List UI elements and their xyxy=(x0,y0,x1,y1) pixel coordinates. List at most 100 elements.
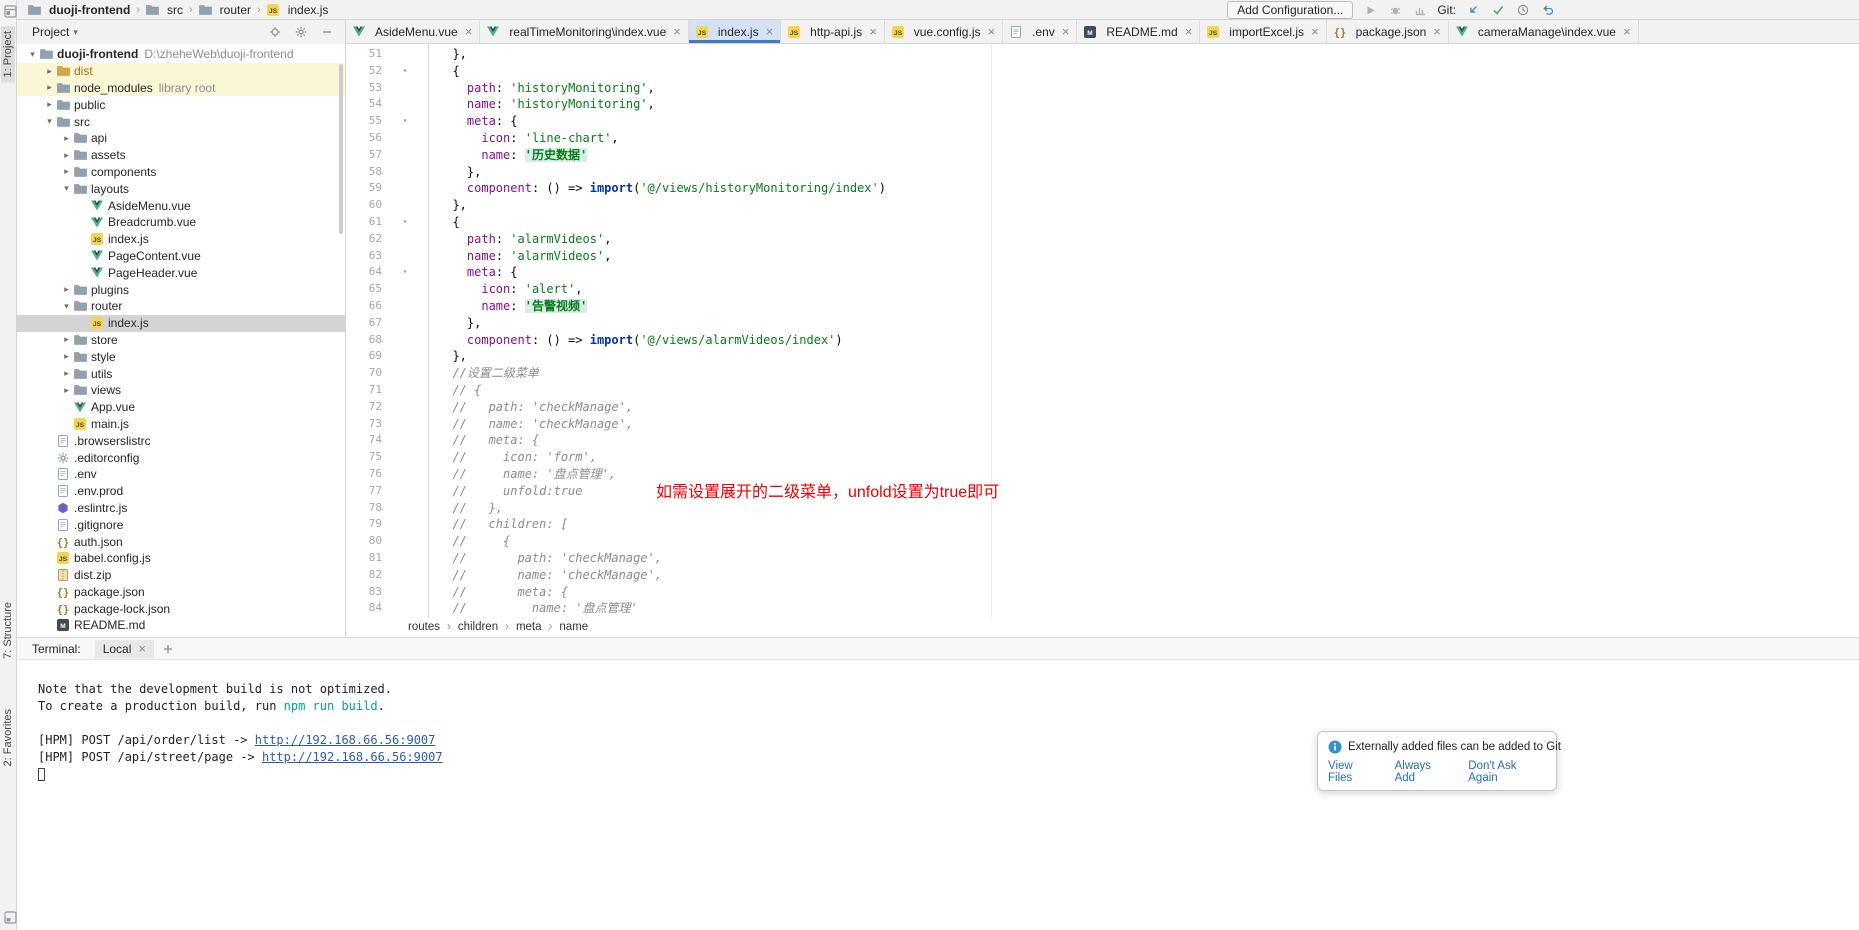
editor-tab-importExcel.js[interactable]: JSimportExcel.js× xyxy=(1200,20,1326,43)
tree-item-utils[interactable]: ▸utils xyxy=(17,365,345,382)
tree-item-index.js[interactable]: JSindex.js xyxy=(17,315,345,332)
don-t-ask-again-link[interactable]: Don't Ask Again xyxy=(1468,760,1546,784)
editor-tab-package.json[interactable]: {}package.json× xyxy=(1327,20,1449,43)
tree-item-duoji-frontend[interactable]: ▾duoji-frontendD:\zheheWeb\duoji-fronten… xyxy=(17,46,345,63)
tree-item-babel.config.js[interactable]: JSbabel.config.js xyxy=(17,550,345,567)
fold-marker[interactable]: ▾ xyxy=(382,214,428,231)
tree-item-auth.json[interactable]: {}auth.json xyxy=(17,533,345,550)
tree-item-router[interactable]: ▾router xyxy=(17,298,345,315)
tree-item-.editorconfig[interactable]: .editorconfig xyxy=(17,449,345,466)
profiler-icon[interactable] xyxy=(1412,2,1428,18)
chevron-right-icon[interactable]: ▸ xyxy=(59,150,74,161)
fold-marker[interactable]: ▾ xyxy=(382,264,428,281)
fold-marker[interactable]: ▾ xyxy=(382,113,428,130)
tree-item-package.json[interactable]: {}package.json xyxy=(17,584,345,601)
editor-breadcrumb-meta[interactable]: meta xyxy=(516,621,542,633)
chevron-right-icon[interactable]: ▸ xyxy=(59,166,74,177)
view-files-link[interactable]: View Files xyxy=(1328,760,1379,784)
tree-item-layouts[interactable]: ▾layouts xyxy=(17,180,345,197)
editor-tab-vue.config.js[interactable]: JSvue.config.js× xyxy=(885,20,1003,43)
tree-item-dist.zip[interactable]: dist.zip xyxy=(17,567,345,584)
tab-close-icon[interactable]: × xyxy=(766,25,774,38)
editor-tab-realTimeMonitoring\index.vue[interactable]: realTimeMonitoring\index.vue× xyxy=(480,20,689,43)
git-history-icon[interactable] xyxy=(1515,2,1531,18)
editor-breadcrumb-routes[interactable]: routes xyxy=(408,621,440,633)
project-tree-scrollbar[interactable] xyxy=(339,64,343,234)
close-icon[interactable]: × xyxy=(138,642,146,655)
tree-item-README.md[interactable]: MREADME.md xyxy=(17,617,345,634)
project-panel-title[interactable]: Project ▾ xyxy=(32,25,78,39)
tree-item-api[interactable]: ▸api xyxy=(17,130,345,147)
tree-item-src[interactable]: ▾src xyxy=(17,113,345,130)
stripe-structure-button[interactable]: 7: Structure xyxy=(1,597,15,664)
tree-item-style[interactable]: ▸style xyxy=(17,348,345,365)
chevron-down-icon[interactable]: ▾ xyxy=(42,116,57,127)
tab-close-icon[interactable]: × xyxy=(465,25,473,38)
chevron-down-icon[interactable]: ▾ xyxy=(59,301,74,312)
tree-item-App.vue[interactable]: App.vue xyxy=(17,399,345,416)
tab-close-icon[interactable]: × xyxy=(1185,25,1193,38)
tab-close-icon[interactable]: × xyxy=(869,25,877,38)
tree-item-components[interactable]: ▸components xyxy=(17,164,345,181)
tab-close-icon[interactable]: × xyxy=(1433,25,1441,38)
tab-close-icon[interactable]: × xyxy=(673,25,681,38)
chevron-down-icon[interactable]: ▾ xyxy=(59,183,74,194)
breadcrumb-item-router[interactable]: router xyxy=(196,3,254,17)
tree-item-.browserslistrc[interactable]: .browserslistrc xyxy=(17,432,345,449)
tree-item-Breadcrumb.vue[interactable]: Breadcrumb.vue xyxy=(17,214,345,231)
tree-item-AsideMenu.vue[interactable]: AsideMenu.vue xyxy=(17,197,345,214)
editor[interactable]: 51 },52▾ {53 path: 'historyMonitoring',5… xyxy=(346,44,1859,617)
tab-close-icon[interactable]: × xyxy=(987,25,995,38)
breadcrumb-item-duoji-frontend[interactable]: duoji-frontend xyxy=(25,3,133,17)
git-commit-icon[interactable] xyxy=(1490,2,1506,18)
tree-item-package-lock.json[interactable]: {}package-lock.json xyxy=(17,600,345,617)
stripe-project-button[interactable]: 1: Project xyxy=(1,26,15,82)
tree-item-.gitignore[interactable]: .gitignore xyxy=(17,516,345,533)
tree-item-node_modules[interactable]: ▸node_moduleslibrary root xyxy=(17,80,345,97)
tab-close-icon[interactable]: × xyxy=(1623,25,1631,38)
new-terminal-icon[interactable] xyxy=(160,641,176,657)
editor-tab-README.md[interactable]: MREADME.md× xyxy=(1077,20,1200,43)
editor-tab-cameraManage\index.vue[interactable]: cameraManage\index.vue× xyxy=(1449,20,1639,43)
tree-item-.eslintrc.js[interactable]: .eslintrc.js xyxy=(17,500,345,517)
hide-panel-icon[interactable] xyxy=(319,24,335,40)
tree-item-.env[interactable]: .env xyxy=(17,466,345,483)
breadcrumb-item-src[interactable]: src xyxy=(143,3,186,17)
tab-close-icon[interactable]: × xyxy=(1311,25,1319,38)
chevron-right-icon[interactable]: ▸ xyxy=(59,368,74,379)
terminal-link[interactable]: http://192.168.66.56:9007 xyxy=(255,733,436,747)
chevron-right-icon[interactable]: ▸ xyxy=(42,82,57,93)
editor-tab-.env[interactable]: .env× xyxy=(1003,20,1077,43)
tree-item-store[interactable]: ▸store xyxy=(17,332,345,349)
chevron-right-icon[interactable]: ▸ xyxy=(42,99,57,110)
run-icon[interactable] xyxy=(1362,2,1378,18)
tree-item-public[interactable]: ▸public xyxy=(17,96,345,113)
git-rollback-icon[interactable] xyxy=(1540,2,1556,18)
project-stripe-icon[interactable] xyxy=(2,3,18,19)
editor-breadcrumb-name[interactable]: name xyxy=(559,621,588,633)
git-update-icon[interactable] xyxy=(1465,2,1481,18)
chevron-right-icon[interactable]: ▸ xyxy=(42,66,57,77)
chevron-right-icon[interactable]: ▸ xyxy=(59,351,74,362)
tree-item-views[interactable]: ▸views xyxy=(17,382,345,399)
debug-icon[interactable] xyxy=(1387,2,1403,18)
chevron-right-icon[interactable]: ▸ xyxy=(59,284,74,295)
panel-settings-icon[interactable] xyxy=(293,24,309,40)
breadcrumb-item-index.js[interactable]: JSindex.js xyxy=(264,3,332,17)
tree-item-.env.prod[interactable]: .env.prod xyxy=(17,483,345,500)
tree-item-plugins[interactable]: ▸plugins xyxy=(17,281,345,298)
editor-breadcrumb-children[interactable]: children xyxy=(458,621,498,633)
editor-tab-index.js[interactable]: JSindex.js× xyxy=(689,20,781,43)
editor-tab-http-api.js[interactable]: JShttp-api.js× xyxy=(781,20,885,43)
tree-item-main.js[interactable]: JSmain.js xyxy=(17,416,345,433)
terminal-link[interactable]: http://192.168.66.56:9007 xyxy=(262,750,443,764)
tree-item-PageContent.vue[interactable]: PageContent.vue xyxy=(17,248,345,265)
locate-file-icon[interactable] xyxy=(267,24,283,40)
tab-close-icon[interactable]: × xyxy=(1062,25,1070,38)
chevron-right-icon[interactable]: ▸ xyxy=(59,385,74,396)
terminal-tab-local[interactable]: Local × xyxy=(95,640,154,658)
tree-item-dist[interactable]: ▸dist xyxy=(17,63,345,80)
tree-item-PageHeader.vue[interactable]: PageHeader.vue xyxy=(17,264,345,281)
tree-item-assets[interactable]: ▸assets xyxy=(17,147,345,164)
tree-item-index.js[interactable]: JSindex.js xyxy=(17,231,345,248)
